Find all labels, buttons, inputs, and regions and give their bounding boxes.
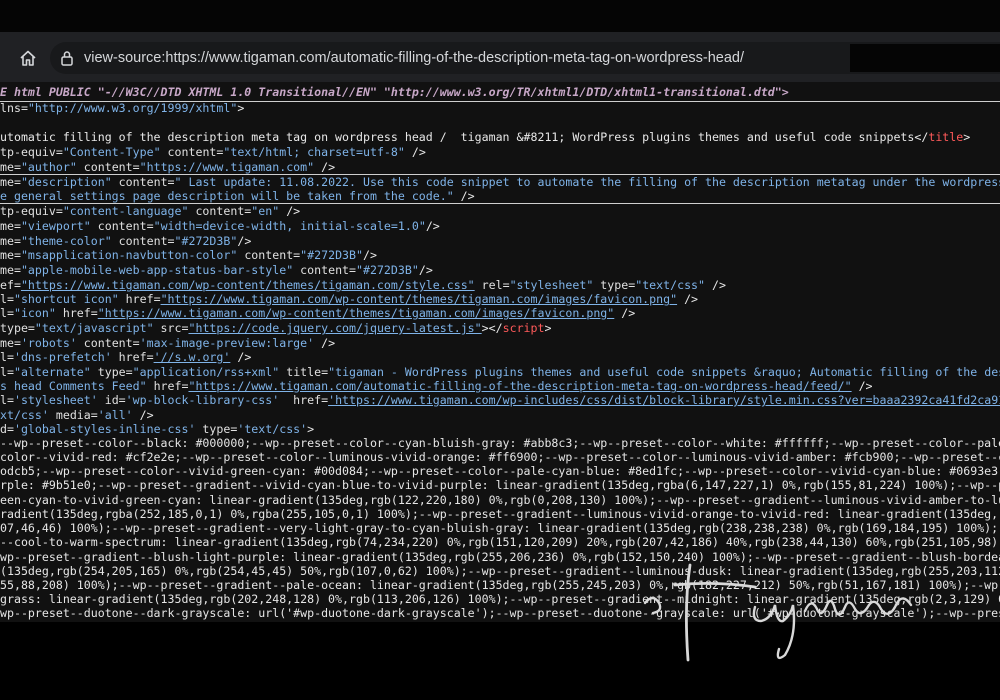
source-line-14: l="shortcut icon" href="https://www.tiga… <box>0 292 699 306</box>
source-line-6: me="description" content=" Last update: … <box>0 175 1000 189</box>
source-line-19: l="alternate" type="application/rss+xml"… <box>0 365 1000 379</box>
source-line-31: --cool-to-warm-spectrum: linear-gradient… <box>0 535 1000 549</box>
source-line-17: me='robots' content='max-image-preview:l… <box>0 336 336 350</box>
source-line-12: me="apple-mobile-web-app-status-bar-styl… <box>0 263 433 277</box>
stylesheet-link[interactable]: "https://www.tigaman.com/wp-content/them… <box>21 278 475 292</box>
source-line-21: l='stylesheet' id='wp-block-library-css'… <box>0 393 1000 408</box>
source-line-25: color--vivid-red: #cf2e2e;--wp--preset--… <box>0 450 1000 464</box>
home-icon <box>20 50 36 66</box>
source-line-13: ef="https://www.tigaman.com/wp-content/t… <box>0 278 726 292</box>
browser-toolbar: view-source:https://www.tigaman.com/auto… <box>0 32 1000 83</box>
source-line-24: --wp--preset--color--black: #000000;--wp… <box>0 436 1000 450</box>
favicon-link[interactable]: "https://www.tigaman.com/wp-content/them… <box>161 292 678 306</box>
source-line-9: me="viewport" content="width=device-widt… <box>0 219 440 233</box>
home-button[interactable] <box>14 44 42 72</box>
source-line-1: E html PUBLIC "-//W3C//DTD XHTML 1.0 Tra… <box>0 85 789 99</box>
source-line-3: utomatic filling of the description meta… <box>0 130 971 144</box>
source-line-5: me="author" content="https://www.tigaman… <box>0 160 336 174</box>
handwritten-signature <box>643 563 913 662</box>
source-line-23: d='global-styles-inline-css' type='text/… <box>0 422 315 436</box>
jquery-link[interactable]: "https://code.jquery.com/jquery-latest.j… <box>188 321 481 335</box>
url-text[interactable]: view-source:https://www.tigaman.com/auto… <box>84 42 744 74</box>
source-line-7: e general settings page description will… <box>0 189 475 203</box>
source-line-18: l='dns-prefetch' href='//s.w.org' /> <box>0 350 252 364</box>
source-line-26: odcb5;--wp--preset--color--vivid-green-c… <box>0 464 1000 478</box>
source-line-22: xt/css' media='all' /> <box>0 408 154 422</box>
source-line-16: type="text/javascript" src="https://code… <box>0 321 552 335</box>
source-line-30: 07,46,46) 100%);--wp--preset--gradient--… <box>0 521 1000 535</box>
source-line-4: tp-equiv="Content-Type" content="text/ht… <box>0 145 426 159</box>
source-line-11: me="msapplication-navbutton-color" conte… <box>0 248 377 262</box>
source-line-15: l="icon" href="https://www.tigaman.com/w… <box>0 306 636 320</box>
block-library-link[interactable]: 'https://www.tigaman.com/wp-includes/css… <box>328 393 1000 407</box>
source-line-29: radient(135deg,rgba(252,185,0,1) 0%,rgba… <box>0 507 1000 521</box>
lock-icon[interactable] <box>57 48 77 68</box>
redacted-area <box>850 44 1000 72</box>
source-line-20: s head Comments Feed" href="https://www.… <box>0 379 873 393</box>
source-line-28: een-cyan-to-vivid-green-cyan: linear-gra… <box>0 493 1000 507</box>
comments-feed-link[interactable]: "https://www.tigaman.com/automatic-filli… <box>188 379 851 393</box>
icon-link[interactable]: "https://www.tigaman.com/wp-content/them… <box>98 306 615 320</box>
source-line-8: tp-equiv="content-language" content="en"… <box>0 204 301 218</box>
source-line-10: me="theme-color" content="#272D3B"/> <box>0 234 252 248</box>
dns-prefetch-link[interactable]: '//s.w.org' <box>154 350 231 364</box>
page-source-view: E html PUBLIC "-//W3C//DTD XHTML 1.0 Tra… <box>0 82 1000 622</box>
source-line-27: rple: #9b51e0;--wp--preset--gradient--vi… <box>0 478 1000 492</box>
address-bar[interactable]: view-source:https://www.tigaman.com/auto… <box>50 42 1000 74</box>
source-line-2: lns="http://www.w3.org/1999/xhtml"> <box>0 101 245 115</box>
window-top-band <box>0 0 1000 32</box>
